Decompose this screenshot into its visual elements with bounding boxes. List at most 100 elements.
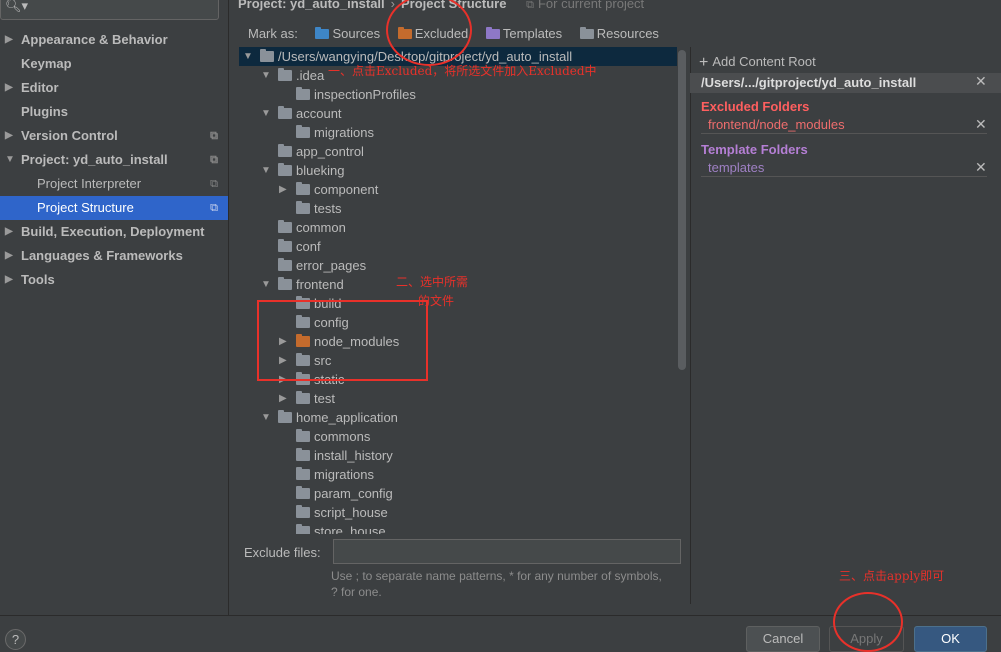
annotation-step-2-line-2: 的文件: [418, 294, 455, 308]
mark-sources-button[interactable]: Sources: [315, 26, 380, 41]
chevron-right-icon: ▶: [5, 274, 13, 285]
folder-icon: [278, 144, 292, 157]
sidebar-item-project[interactable]: ▼ Project: yd_auto_install ⧉: [0, 148, 228, 172]
tree-row[interactable]: app_control: [239, 142, 677, 161]
ok-button[interactable]: OK: [914, 626, 987, 652]
sidebar-item-plugins[interactable]: Plugins: [0, 100, 228, 124]
tree-row[interactable]: ▼ account: [239, 104, 677, 123]
sidebar-item-editor[interactable]: ▶ Editor: [0, 76, 228, 100]
chevron-right-icon[interactable]: ▶: [279, 389, 287, 408]
content-root-path: /Users/.../gitproject/yd_auto_install ✕: [690, 73, 1001, 93]
annotation-circle-apply: [833, 592, 903, 652]
help-button[interactable]: ?: [5, 629, 26, 650]
folder-icon: [296, 486, 310, 499]
search-icon: 🔍︎▾: [5, 0, 29, 13]
annotation-step-3: 三、点击apply即可: [839, 569, 945, 583]
chevron-down-icon[interactable]: ▼: [261, 66, 271, 85]
mark-resources-button[interactable]: Resources: [579, 26, 659, 41]
folder-icon: [278, 258, 292, 271]
sidebar-item-version-control[interactable]: ▶ Version Control ⧉: [0, 124, 228, 148]
sidebar-item-languages-frameworks[interactable]: ▶ Languages & Frameworks: [0, 244, 228, 268]
project-settings-icon: ⧉: [210, 154, 218, 166]
mark-resources-label: Resources: [596, 26, 659, 41]
tree-scrollbar[interactable]: [678, 50, 686, 370]
sidebar-item-appearance-behavior[interactable]: ▶ Appearance & Behavior: [0, 28, 228, 52]
folder-icon: [296, 467, 310, 480]
folder-icon: [296, 87, 310, 100]
tree-row[interactable]: inspectionProfiles: [239, 85, 677, 104]
sidebar-splitter[interactable]: [228, 0, 229, 615]
tree-row[interactable]: tests: [239, 199, 677, 218]
project-tree[interactable]: ▼ /Users/wangying/Desktop/gitproject/yd_…: [239, 47, 677, 534]
excluded-folder-path: frontend/node_modules: [708, 117, 845, 132]
sidebar-item-project-interpreter[interactable]: Project Interpreter ⧉: [0, 172, 228, 196]
excluded-folder-item: frontend/node_modules ✕: [701, 116, 987, 134]
tree-row[interactable]: ▼ home_application: [239, 408, 677, 427]
chevron-right-icon[interactable]: ▶: [279, 180, 287, 199]
chevron-down-icon[interactable]: ▼: [261, 104, 271, 123]
mark-templates-label: Templates: [502, 26, 563, 41]
folder-icon: [296, 524, 310, 534]
sidebar-item-project-structure[interactable]: Project Structure ⧉: [0, 196, 228, 220]
copy-icon: ⧉: [526, 0, 534, 11]
excluded-folders-title: Excluded Folders: [701, 99, 810, 114]
template-folders-title: Template Folders: [701, 142, 808, 157]
remove-excluded-icon[interactable]: ✕: [975, 116, 987, 133]
tree-row[interactable]: param_config: [239, 484, 677, 503]
content-root-path-text: /Users/.../gitproject/yd_auto_install: [701, 75, 917, 90]
chevron-down-icon[interactable]: ▼: [243, 47, 253, 66]
chevron-right-icon: ▶: [5, 250, 13, 261]
mark-templates-button[interactable]: Templates: [485, 26, 563, 41]
folder-icon: [278, 163, 292, 176]
plus-icon: +: [699, 54, 709, 71]
tree-row[interactable]: store_house: [239, 522, 677, 534]
project-settings-icon: ⧉: [210, 130, 218, 142]
chevron-right-icon: ▶: [5, 130, 13, 141]
chevron-down-icon[interactable]: ▼: [261, 408, 271, 427]
tree-row[interactable]: migrations: [239, 123, 677, 142]
remove-content-root-icon[interactable]: ✕: [975, 73, 987, 90]
resources-folder-icon: [579, 27, 594, 39]
template-folder-path: templates: [708, 160, 765, 175]
mark-sources-label: Sources: [332, 26, 381, 41]
scope-hint-text: For current project: [537, 0, 645, 11]
sidebar-item-keymap[interactable]: Keymap: [0, 52, 228, 76]
project-settings-icon: ⧉: [210, 178, 218, 190]
folder-icon: [260, 49, 274, 62]
tree-row[interactable]: migrations: [239, 465, 677, 484]
tree-row[interactable]: commons: [239, 427, 677, 446]
tree-row[interactable]: script_house: [239, 503, 677, 522]
chevron-down-icon[interactable]: ▼: [261, 275, 271, 294]
sidebar-item-tools[interactable]: ▶ Tools: [0, 268, 228, 292]
tree-row[interactable]: conf: [239, 237, 677, 256]
settings-sidebar: 🔍︎▾ ▶ Appearance & Behavior Keymap ▶ Edi…: [0, 0, 228, 615]
tree-row[interactable]: install_history: [239, 446, 677, 465]
folder-icon: [278, 68, 292, 81]
folder-icon: [296, 505, 310, 518]
cancel-button[interactable]: Cancel: [746, 626, 820, 652]
template-folder-item: templates ✕: [701, 159, 987, 177]
folder-icon: [278, 220, 292, 233]
templates-folder-icon: [485, 27, 500, 39]
mark-as-label: Mark as:: [248, 26, 298, 41]
folder-icon: [296, 182, 310, 195]
tree-row[interactable]: ▶ test: [239, 389, 677, 408]
folder-icon: [278, 410, 292, 423]
chevron-right-icon: ▶: [5, 226, 13, 237]
chevron-down-icon[interactable]: ▼: [261, 161, 271, 180]
chevron-right-icon: ▶: [5, 82, 13, 93]
add-content-root-button[interactable]: + Add Content Root: [699, 54, 816, 72]
tree-row[interactable]: common: [239, 218, 677, 237]
remove-template-icon[interactable]: ✕: [975, 159, 987, 176]
exclude-files-input[interactable]: [333, 539, 681, 564]
breadcrumb-project: Project: yd_auto_install: [238, 0, 385, 11]
tree-row[interactable]: ▼ blueking: [239, 161, 677, 180]
sidebar-item-build-execution-deployment[interactable]: ▶ Build, Execution, Deployment: [0, 220, 228, 244]
settings-search-input[interactable]: 🔍︎▾: [0, 0, 219, 20]
annotation-rect-selection: [257, 300, 428, 381]
folder-icon: [278, 277, 292, 290]
tree-row[interactable]: ▶ component: [239, 180, 677, 199]
folder-icon: [296, 429, 310, 442]
sources-folder-icon: [315, 27, 330, 39]
folder-icon: [278, 106, 292, 119]
